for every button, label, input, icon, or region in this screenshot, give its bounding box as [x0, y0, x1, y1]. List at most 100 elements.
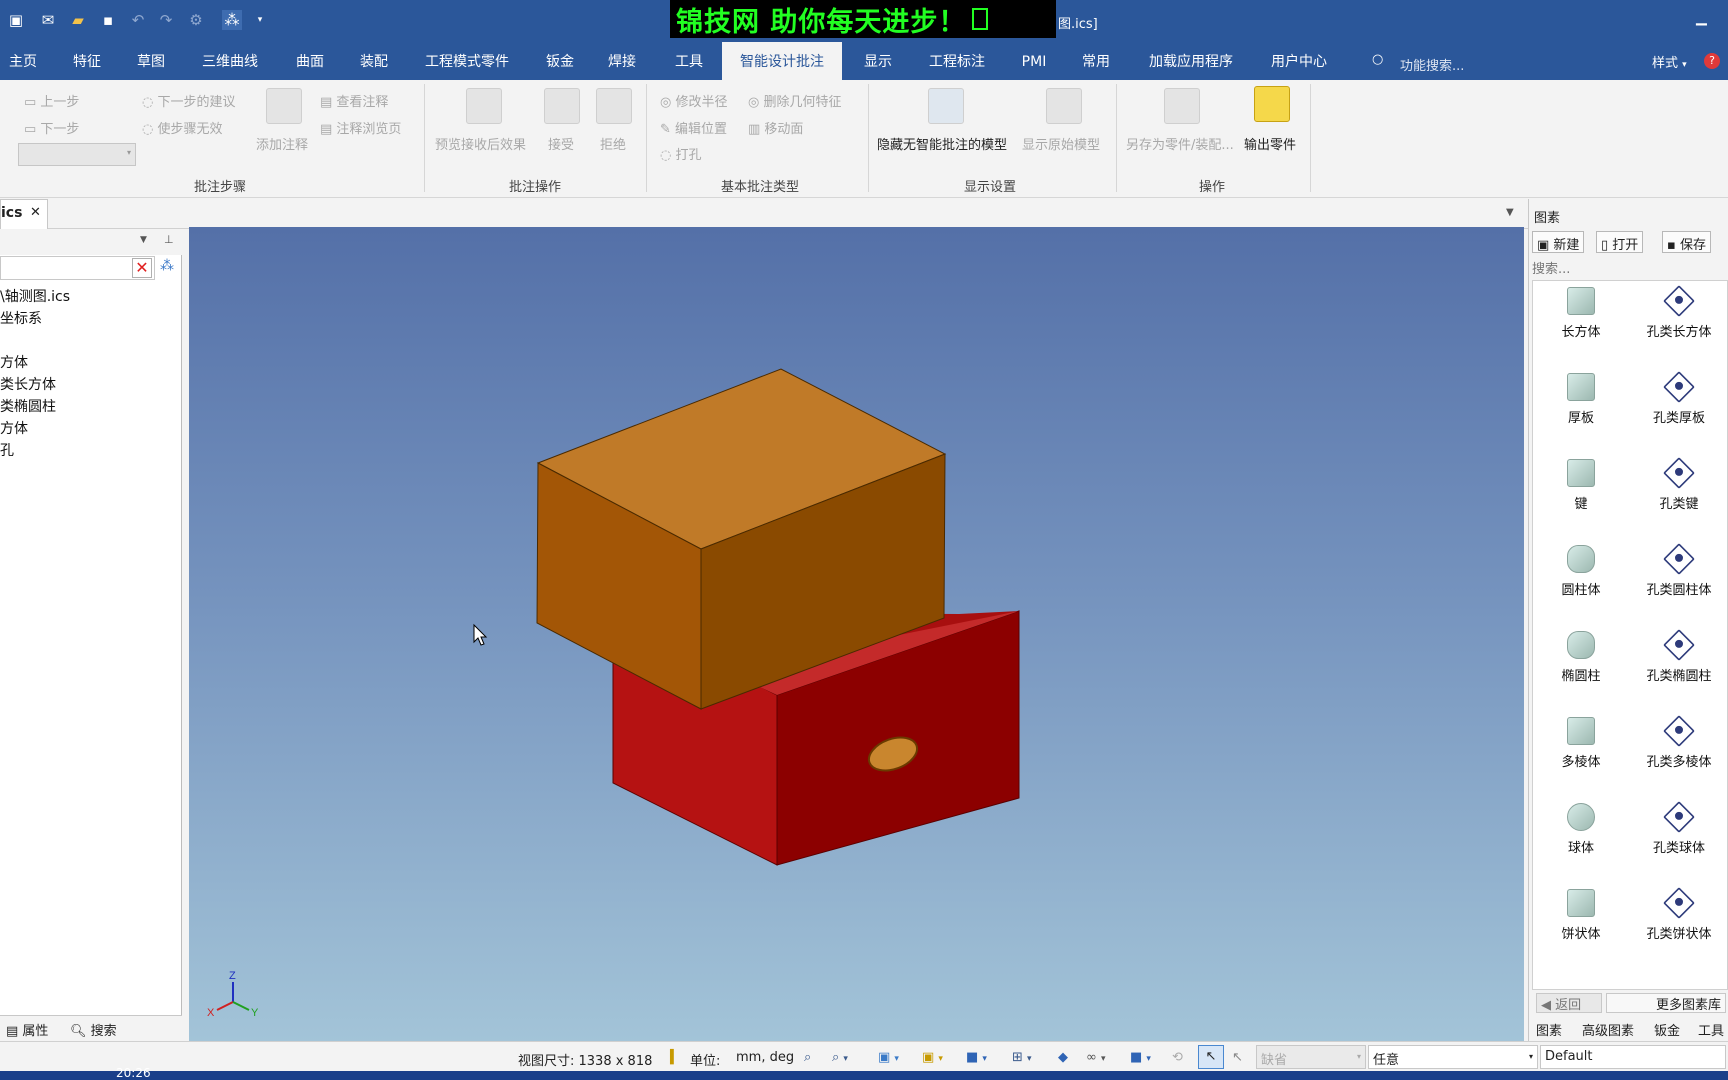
next-suggestion-button[interactable]: ◌ 下一步的建议	[142, 91, 236, 110]
tab-tool-elements[interactable]: 工具	[1698, 1020, 1724, 1039]
render-mode-icon[interactable]: ▣ ▾	[922, 1050, 943, 1065]
more-library-button[interactable]: 更多图素库	[1606, 993, 1726, 1013]
tab-sheet-metal-elements[interactable]: 钣金	[1654, 1020, 1680, 1039]
smart-annotation-icon[interactable]: ⁂	[222, 10, 242, 30]
hide-model-icon[interactable]	[928, 88, 964, 124]
add-annotation-icon[interactable]	[266, 88, 302, 124]
pick-icon[interactable]: ↖	[1232, 1050, 1243, 1065]
catalog-item[interactable]: 孔类多棱体	[1631, 711, 1727, 789]
zoom-icon[interactable]: ⌕	[804, 1050, 811, 1065]
app-menu-icon[interactable]: ▣	[6, 10, 26, 30]
catalog-item[interactable]: 多棱体	[1533, 711, 1629, 789]
catalog-item[interactable]: 长方体	[1533, 281, 1629, 359]
output-part-icon[interactable]	[1254, 86, 1290, 122]
move-face-button[interactable]: ▥ 移动面	[748, 118, 803, 137]
reject-button[interactable]: 拒绝	[600, 134, 626, 153]
catalog-item[interactable]: 饼状体	[1533, 883, 1629, 961]
tab-add-ins[interactable]: 加载应用程序	[1144, 42, 1238, 80]
tree-item-file[interactable]: \轴测图.ics	[0, 286, 70, 306]
tree-options-icon[interactable]: ⁂	[160, 258, 174, 274]
new-icon[interactable]: ✉	[38, 10, 58, 30]
plane-icon[interactable]: ◆	[1058, 1050, 1068, 1065]
preview-icon[interactable]	[466, 88, 502, 124]
close-document-icon[interactable]: ✕	[30, 205, 41, 220]
modify-radius-button[interactable]: ◎ 修改半径	[660, 91, 728, 110]
help-icon[interactable]: ?	[1704, 53, 1720, 69]
tab-tools[interactable]: 工具	[668, 42, 710, 80]
tab-engineering-part[interactable]: 工程模式零件	[420, 42, 514, 80]
save-icon[interactable]: ▪	[98, 10, 118, 30]
feature-search-input[interactable]: 功能搜索...	[1400, 55, 1464, 74]
hide-model-button[interactable]: 隐藏无智能批注的模型	[877, 134, 1007, 153]
catalog-item[interactable]: 孔类厚板	[1631, 367, 1727, 445]
annotation-browser-button[interactable]: ▤ 注释浏览页	[320, 118, 401, 137]
pin-icon[interactable]: ⊥	[164, 233, 174, 246]
catalog-item[interactable]: 键	[1533, 453, 1629, 531]
clear-filter-icon[interactable]: ✕	[132, 258, 152, 278]
configuration-combo[interactable]: Default	[1540, 1045, 1726, 1069]
accept-button[interactable]: 接受	[548, 134, 574, 153]
add-annotation-label[interactable]: 添加注释	[256, 134, 308, 153]
delete-geometry-button[interactable]: ◎ 删除几何特征	[748, 91, 842, 110]
select-arrow-button[interactable]: ↖	[1198, 1045, 1224, 1069]
catalog-item[interactable]: 孔类椭圆柱	[1631, 625, 1727, 703]
new-catalog-button[interactable]: ▣ 新建	[1532, 231, 1585, 253]
cube-view-icon[interactable]: ■ ▾	[1130, 1050, 1151, 1065]
tab-display[interactable]: 显示	[860, 42, 896, 80]
next-step-button[interactable]: ▭ 下一步	[24, 118, 79, 137]
display-style-icon[interactable]: ■ ▾	[966, 1050, 987, 1065]
invalidate-step-button[interactable]: ◌ 使步骤无效	[142, 118, 223, 137]
tree-item-box-2[interactable]: 方体	[0, 418, 28, 438]
filter-combo-default[interactable]: 缺省 ▾	[1256, 1045, 1366, 1069]
accept-icon[interactable]	[544, 88, 580, 124]
glasses-icon[interactable]: ∞ ▾	[1086, 1050, 1106, 1065]
tree-item-box[interactable]: 方体	[0, 352, 28, 372]
tree-item-coordinate-system[interactable]: 坐标系	[0, 308, 42, 328]
view-annotation-button[interactable]: ▤ 查看注释	[320, 91, 388, 110]
save-as-button[interactable]: 另存为零件/装配...	[1126, 134, 1234, 153]
unit-value[interactable]: mm, deg	[736, 1050, 794, 1065]
tab-engineering-annotation[interactable]: 工程标注	[924, 42, 990, 80]
catalog-search-input[interactable]: 搜索...	[1532, 258, 1570, 277]
open-folder-icon[interactable]: ▰	[68, 10, 88, 30]
tree-item-hole-box[interactable]: 类长方体	[0, 374, 56, 394]
tab-sheet-metal[interactable]: 钣金	[542, 42, 578, 80]
prev-step-button[interactable]: ▭ 上一步	[24, 91, 79, 110]
tab-assembly[interactable]: 装配	[354, 42, 394, 80]
tab-common[interactable]: 常用	[1078, 42, 1114, 80]
view-orientation-icon[interactable]: ▣ ▾	[878, 1050, 899, 1065]
undo-icon[interactable]: ↶	[128, 10, 148, 30]
save-catalog-button[interactable]: ▪ 保存	[1662, 231, 1711, 253]
zoom-area-icon[interactable]: ⌕ ▾	[832, 1050, 848, 1065]
tab-user-center[interactable]: 用户中心	[1268, 42, 1330, 80]
back-button[interactable]: ◀ 返回	[1536, 993, 1602, 1013]
tab-home[interactable]: 主页	[0, 42, 46, 80]
link-icon[interactable]: ⟲	[1172, 1050, 1183, 1065]
catalog-item[interactable]: 孔类键	[1631, 453, 1727, 531]
show-original-icon[interactable]	[1046, 88, 1082, 124]
section-icon[interactable]: ⊞ ▾	[1012, 1050, 1032, 1065]
properties-tab[interactable]: ▤ 属性	[6, 1020, 48, 1039]
reject-icon[interactable]	[596, 88, 632, 124]
search-tab[interactable]: 🔍︎ 搜索	[70, 1020, 117, 1039]
tab-features[interactable]: 特征	[66, 42, 108, 80]
catalog-item[interactable]: 圆柱体	[1533, 539, 1629, 617]
tab-surface[interactable]: 曲面	[290, 42, 330, 80]
preview-button[interactable]: 预览接收后效果	[435, 134, 526, 153]
catalog-item[interactable]: 孔类圆柱体	[1631, 539, 1727, 617]
open-catalog-button[interactable]: ▯ 打开	[1596, 231, 1644, 253]
catalog-item[interactable]: 球体	[1533, 797, 1629, 875]
step-select[interactable]: ▾	[18, 143, 136, 166]
save-as-icon[interactable]	[1164, 88, 1200, 124]
catalog-item[interactable]: 孔类球体	[1631, 797, 1727, 875]
tab-pmi[interactable]: PMI	[1018, 42, 1050, 80]
redo-icon[interactable]: ↷	[156, 10, 176, 30]
tab-welding[interactable]: 焊接	[604, 42, 640, 80]
tab-advanced-elements[interactable]: 高级图素	[1582, 1020, 1634, 1039]
filter-combo-any[interactable]: 任意 ▾	[1368, 1045, 1538, 1069]
minimize-button[interactable]: ▁	[1696, 10, 1707, 26]
document-list-dropdown-icon[interactable]: ▼	[1506, 207, 1514, 218]
3d-viewport[interactable]: Z X Y	[189, 227, 1524, 1042]
catalog-item[interactable]: 孔类长方体	[1631, 281, 1727, 359]
tree-item-hole-ellipse[interactable]: 类椭圆柱	[0, 396, 56, 416]
